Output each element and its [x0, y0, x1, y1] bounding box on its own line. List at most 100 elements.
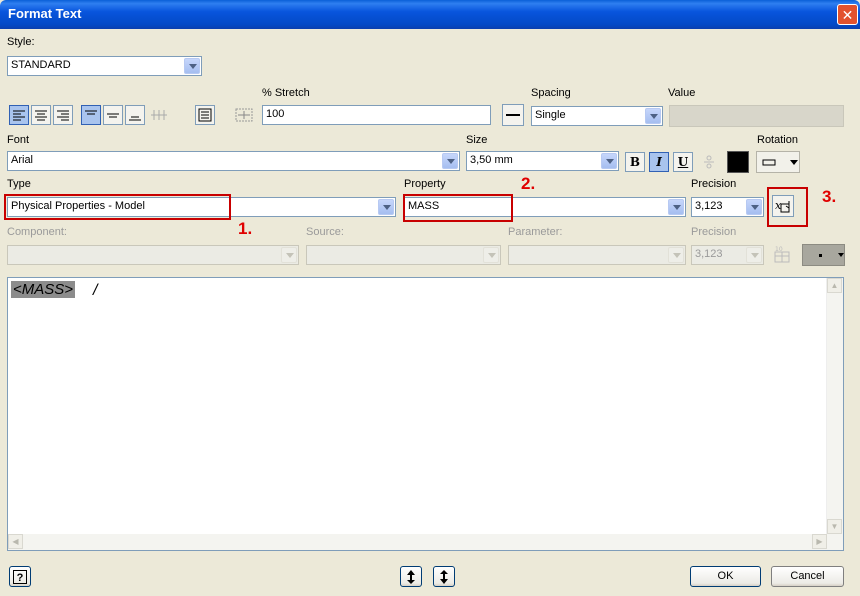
align-center-icon	[35, 110, 47, 121]
annotation-number-2: 2.	[521, 174, 536, 193]
align-left-button[interactable]	[9, 105, 29, 125]
vertical-scrollbar[interactable]: ▲ ▼	[826, 278, 843, 534]
stretch-input[interactable]: 100	[262, 105, 491, 125]
valign-top-icon	[85, 110, 97, 115]
italic-button[interactable]: I	[649, 152, 669, 172]
chevron-down-icon[interactable]	[601, 153, 617, 169]
cancel-button[interactable]: Cancel	[771, 566, 844, 587]
chevron-down-icon[interactable]	[184, 58, 200, 74]
add-parameter2-button: 10	[771, 244, 793, 266]
ok-button[interactable]: OK	[690, 566, 761, 587]
stretch-button[interactable]	[233, 104, 255, 126]
component-label: Component:	[7, 226, 67, 238]
precision2-label: Precision	[691, 226, 737, 238]
move-up-button[interactable]	[400, 566, 422, 587]
svg-text:10: 10	[775, 246, 783, 253]
value-label: Value	[668, 87, 696, 99]
chevron-down-icon[interactable]	[746, 199, 762, 215]
chevron-down-icon[interactable]	[668, 199, 684, 215]
stack-button[interactable]	[148, 105, 170, 125]
align-right-icon	[57, 110, 69, 121]
window-title: Format Text	[8, 6, 82, 21]
bold-button[interactable]: B	[625, 152, 645, 172]
align-right-button[interactable]	[53, 105, 73, 125]
scroll-right-icon[interactable]: ▶	[812, 534, 827, 549]
rotation-label: Rotation	[757, 134, 798, 146]
insert-symbol-dropdown[interactable]	[802, 244, 845, 266]
move-down-icon	[440, 569, 448, 584]
color-swatch-icon[interactable]	[727, 151, 749, 173]
align-center-button[interactable]	[31, 105, 51, 125]
stacked-fraction-button[interactable]	[698, 152, 720, 172]
insert-symbol-icon	[819, 253, 844, 257]
annotation-number-3: 3.	[822, 187, 837, 206]
chevron-down-icon	[746, 247, 762, 263]
editor-content: <MASS>	[11, 281, 76, 298]
precision-label: Precision	[691, 178, 737, 190]
annotation-box-1	[4, 194, 231, 220]
chevron-down-icon	[483, 247, 499, 263]
horizontal-scrollbar[interactable]: ◀ ▶	[8, 534, 843, 550]
text-editor[interactable]: <MASS> / ▲ ▼ ◀ ▶	[7, 277, 844, 551]
stretch-label: % Stretch	[262, 87, 310, 99]
valign-middle-icon	[107, 113, 119, 118]
text-frame-button[interactable]	[195, 105, 215, 125]
scroll-up-icon[interactable]: ▲	[827, 278, 842, 293]
annotation-box-2	[403, 194, 513, 222]
help-icon: ?	[13, 569, 27, 584]
annotation-box-3	[767, 187, 808, 227]
precision-value: 3,123	[695, 200, 723, 212]
size-dropdown[interactable]: 3,50 mm	[466, 151, 619, 171]
type-label: Type	[7, 178, 31, 190]
align-left-icon	[13, 110, 25, 121]
help-button[interactable]: ?	[9, 566, 31, 587]
parameter-label: Parameter:	[508, 226, 563, 238]
style-label: Style:	[7, 36, 35, 48]
style-value: STANDARD	[11, 59, 71, 71]
chevron-down-icon[interactable]	[442, 153, 458, 169]
source-dropdown	[306, 245, 501, 265]
annotation-number-1: 1.	[238, 219, 253, 238]
precision2-dropdown: 3,123	[691, 245, 764, 265]
scroll-down-icon[interactable]: ▼	[827, 519, 842, 534]
stack-fraction-icon	[704, 155, 714, 169]
spacing-button[interactable]	[502, 104, 524, 126]
chevron-down-icon	[281, 247, 297, 263]
move-down-button[interactable]	[433, 566, 455, 587]
stretch-icon	[235, 108, 253, 122]
chevron-down-icon[interactable]	[378, 199, 394, 215]
chevron-down-icon[interactable]	[645, 108, 661, 124]
font-label: Font	[7, 134, 30, 146]
scroll-left-icon[interactable]: ◀	[8, 534, 23, 549]
valign-bottom-button[interactable]	[125, 105, 145, 125]
size-value: 3,50 mm	[470, 154, 513, 166]
valign-top-button[interactable]	[81, 105, 101, 125]
spacing-dropdown[interactable]: Single	[531, 106, 663, 126]
underline-button[interactable]: U	[673, 152, 693, 172]
text-caret: /	[93, 282, 98, 299]
valign-bottom-icon	[129, 116, 141, 121]
text-frame-icon	[198, 108, 212, 122]
precision-dropdown[interactable]: 3,123	[691, 197, 764, 217]
stack-icon	[151, 110, 167, 120]
chevron-down-icon	[668, 247, 684, 263]
value-input	[669, 105, 844, 127]
rotation-icon	[762, 159, 798, 166]
close-button[interactable]: ✕	[837, 4, 858, 25]
rotation-dropdown[interactable]	[756, 151, 800, 173]
move-up-icon	[407, 569, 415, 584]
spacing-icon	[506, 114, 520, 116]
property-label: Property	[404, 178, 446, 190]
title-bar	[0, 0, 860, 29]
parameter-table-icon: 10	[774, 246, 790, 263]
parameter-dropdown	[508, 245, 686, 265]
style-dropdown[interactable]: STANDARD	[7, 56, 202, 76]
size-label: Size	[466, 134, 488, 146]
valign-middle-button[interactable]	[103, 105, 123, 125]
font-dropdown[interactable]: Arial	[7, 151, 460, 171]
component-dropdown	[7, 245, 299, 265]
font-value: Arial	[11, 154, 34, 166]
spacing-value: Single	[535, 109, 566, 121]
spacing-label: Spacing	[531, 87, 571, 99]
source-label: Source:	[306, 226, 344, 238]
